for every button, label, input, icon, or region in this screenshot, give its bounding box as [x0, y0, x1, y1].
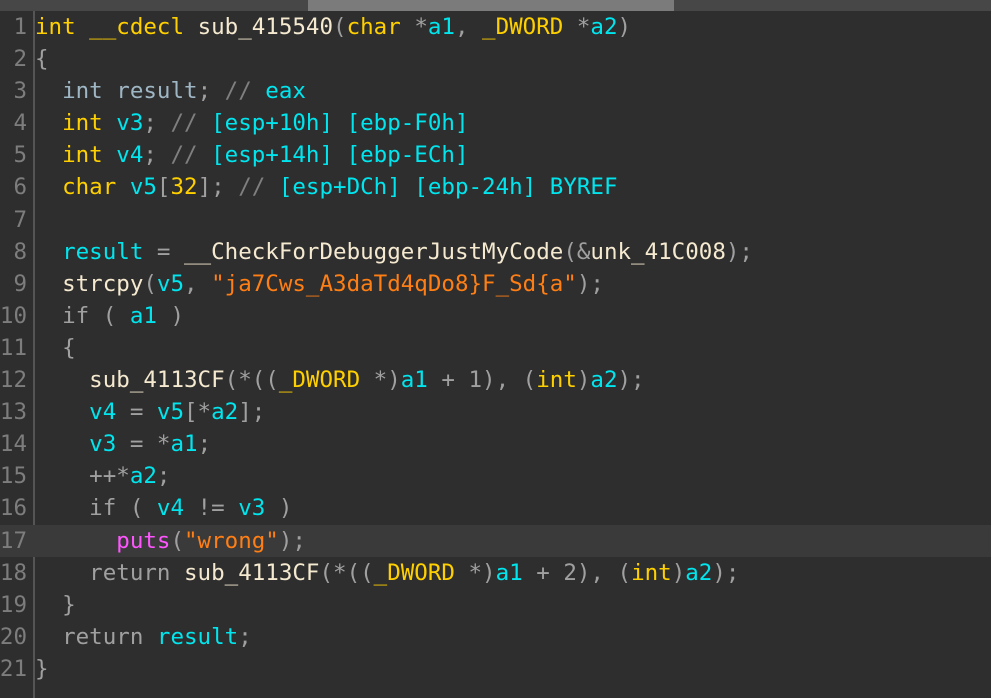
line-number: 14 [0, 431, 27, 458]
code-line-content: ++*a2; [35, 463, 171, 490]
code-line[interactable]: 18 return sub_4113CF(*((_DWORD *)a1 + 2)… [0, 557, 991, 589]
code-line[interactable]: 3 int result; // eax [0, 75, 991, 107]
code-line-content: } [35, 591, 76, 618]
line-number: 7 [13, 206, 27, 233]
code-line[interactable]: 9 strcpy(v5, "ja7Cws_A3daTd4qDo8}F_Sd{a"… [0, 268, 991, 300]
code-line[interactable]: 10 if ( a1 ) [0, 300, 991, 332]
code-line-content: int v4; // [esp+14h] [ebp-ECh] [35, 142, 469, 169]
horizontal-scrollbar-thumb[interactable] [308, 0, 674, 11]
code-line[interactable]: 21 } [0, 653, 991, 685]
code-line-content: v4 = v5[*a2]; [35, 399, 266, 426]
code-line[interactable]: 15 ++*a2; [0, 460, 991, 492]
code-line-content: puts("wrong"); [116, 527, 306, 554]
code-line[interactable]: 11 { [0, 332, 991, 364]
line-number: 4 [13, 110, 27, 137]
code-line-content: result = __CheckForDebuggerJustMyCode(&u… [35, 238, 753, 265]
code-line-content: int __cdecl sub_415540(char *a1, _DWORD … [35, 14, 632, 40]
line-number: 2 [13, 46, 27, 73]
line-number: 9 [13, 270, 27, 297]
line-number: 5 [13, 142, 27, 169]
line-number: 15 [0, 463, 27, 490]
line-number: 21 [0, 655, 27, 682]
code-line-content: } [35, 655, 49, 682]
code-line-content: int v3; // [esp+10h] [ebp-F0h] [35, 110, 469, 137]
code-line[interactable]: 19 } [0, 589, 991, 621]
code-line[interactable]: 1 int __cdecl sub_415540(char *a1, _DWOR… [0, 11, 991, 43]
code-line[interactable]: 14 v3 = *a1; [0, 428, 991, 460]
code-line[interactable]: 8 result = __CheckForDebuggerJustMyCode(… [0, 236, 991, 268]
line-number: 20 [0, 623, 27, 650]
code-line[interactable]: 5 int v4; // [esp+14h] [ebp-ECh] [0, 139, 991, 171]
line-number: 11 [0, 334, 27, 361]
code-line-content: return sub_4113CF(*((_DWORD *)a1 + 2), (… [35, 559, 740, 586]
line-number: 16 [0, 495, 27, 522]
line-number: 1 [13, 14, 27, 40]
pseudocode-editor[interactable]: 1 int __cdecl sub_415540(char *a1, _DWOR… [0, 11, 991, 698]
code-line-content: { [35, 334, 76, 361]
line-number: 17 [0, 527, 27, 554]
code-line-current[interactable]: 17 puts("wrong"); [0, 524, 991, 557]
line-number: 13 [0, 399, 27, 426]
code-line-content: if ( v4 != v3 ) [35, 495, 293, 522]
code-line[interactable]: 7 [0, 204, 991, 236]
code-line[interactable]: 2 { [0, 43, 991, 75]
line-number: 18 [0, 559, 27, 586]
code-line[interactable]: 4 int v3; // [esp+10h] [ebp-F0h] [0, 107, 991, 139]
code-line-content: strcpy(v5, "ja7Cws_A3daTd4qDo8}F_Sd{a"); [35, 270, 604, 297]
code-line[interactable]: 20 return result; [0, 621, 991, 653]
line-number: 10 [0, 302, 27, 329]
horizontal-scrollbar[interactable] [0, 0, 991, 11]
code-line-content: { [35, 46, 49, 73]
code-line-content: char v5[32]; // [esp+DCh] [ebp-24h] BYRE… [35, 174, 618, 201]
code-line-content: sub_4113CF(*((_DWORD *)a1 + 1), (int)a2)… [35, 367, 645, 394]
code-line[interactable]: 13 v4 = v5[*a2]; [0, 396, 991, 428]
code-line-content: return result; [35, 623, 252, 650]
line-number: 3 [13, 78, 27, 105]
code-line-content: if ( a1 ) [35, 302, 185, 329]
line-number: 12 [0, 367, 27, 394]
line-number: 6 [13, 174, 27, 201]
code-line-content: int result; // eax [35, 78, 306, 105]
line-number: 19 [0, 591, 27, 618]
code-line[interactable]: 16 if ( v4 != v3 ) [0, 492, 991, 524]
code-line[interactable]: 6 char v5[32]; // [esp+DCh] [ebp-24h] BY… [0, 171, 991, 203]
code-line-content: v3 = *a1; [35, 431, 212, 458]
line-number: 8 [13, 238, 27, 265]
code-line[interactable]: 12 sub_4113CF(*((_DWORD *)a1 + 1), (int)… [0, 364, 991, 396]
